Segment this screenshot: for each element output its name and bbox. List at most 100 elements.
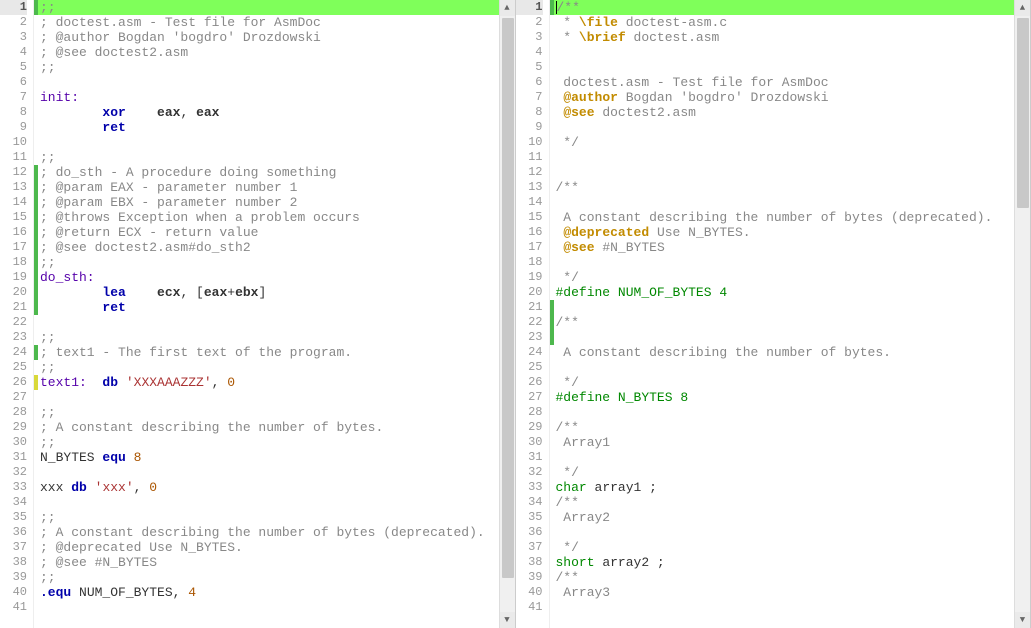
code-line[interactable]: * \file doctest-asm.c: [554, 15, 1015, 30]
code-line[interactable]: ;;: [38, 435, 499, 450]
code-line[interactable]: do_sth:: [38, 270, 499, 285]
code-line[interactable]: A constant describing the number of byte…: [554, 345, 1015, 360]
code-line[interactable]: /**: [554, 420, 1015, 435]
code-line[interactable]: [38, 75, 499, 90]
code-line[interactable]: [554, 195, 1015, 210]
code-line[interactable]: [38, 495, 499, 510]
left-code-area[interactable]: ;;; doctest.asm - Test file for AsmDoc; …: [38, 0, 499, 628]
code-line[interactable]: Array2: [554, 510, 1015, 525]
code-line[interactable]: ;;: [38, 255, 499, 270]
code-line[interactable]: ; doctest.asm - Test file for AsmDoc: [38, 15, 499, 30]
code-token: /**: [556, 420, 579, 435]
scroll-down-icon[interactable]: ▼: [500, 612, 515, 628]
code-line[interactable]: [554, 600, 1015, 615]
code-line[interactable]: [554, 330, 1015, 345]
code-line[interactable]: */: [554, 465, 1015, 480]
code-line[interactable]: ;;: [38, 60, 499, 75]
code-line[interactable]: @author Bogdan 'bogdro' Drozdowski: [554, 90, 1015, 105]
code-line[interactable]: ; @param EAX - parameter number 1: [38, 180, 499, 195]
code-line[interactable]: [554, 45, 1015, 60]
code-line[interactable]: text1: db 'XXXAAAZZZ', 0: [38, 375, 499, 390]
code-line[interactable]: */: [554, 540, 1015, 555]
right-scroll-thumb[interactable]: [1017, 18, 1029, 208]
code-line[interactable]: [554, 300, 1015, 315]
left-scroll-thumb[interactable]: [502, 18, 514, 578]
code-line[interactable]: ; @see doctest2.asm: [38, 45, 499, 60]
code-line[interactable]: */: [554, 135, 1015, 150]
code-line[interactable]: init:: [38, 90, 499, 105]
line-number: 23: [516, 330, 543, 345]
scroll-down-icon[interactable]: ▼: [1015, 612, 1030, 628]
code-line[interactable]: Array1: [554, 435, 1015, 450]
code-line[interactable]: [554, 525, 1015, 540]
right-code-area[interactable]: /** * \file doctest-asm.c * \brief docte…: [554, 0, 1015, 628]
code-line[interactable]: ; A constant describing the number of by…: [38, 525, 499, 540]
code-token: ]: [258, 285, 266, 300]
code-line[interactable]: [554, 255, 1015, 270]
line-number: 2: [516, 15, 543, 30]
code-line[interactable]: [554, 360, 1015, 375]
code-line[interactable]: ;;: [38, 510, 499, 525]
code-line[interactable]: ;;: [38, 0, 499, 15]
code-line[interactable]: ; @author Bogdan 'bogdro' Drozdowski: [38, 30, 499, 45]
code-line[interactable]: */: [554, 270, 1015, 285]
code-line[interactable]: ; do_sth - A procedure doing something: [38, 165, 499, 180]
code-line[interactable]: ; @param EBX - parameter number 2: [38, 195, 499, 210]
code-line[interactable]: */: [554, 375, 1015, 390]
code-line[interactable]: short array2 ;: [554, 555, 1015, 570]
code-token: ; do_sth - A procedure doing something: [40, 165, 336, 180]
code-line[interactable]: A constant describing the number of byte…: [554, 210, 1015, 225]
right-scrollbar[interactable]: ▲ ▼: [1014, 0, 1030, 628]
code-line[interactable]: ; text1 - The first text of the program.: [38, 345, 499, 360]
code-line[interactable]: #define NUM_OF_BYTES 4: [554, 285, 1015, 300]
code-line[interactable]: /**: [554, 495, 1015, 510]
code-line[interactable]: ; @see #N_BYTES: [38, 555, 499, 570]
code-line[interactable]: [554, 405, 1015, 420]
code-line[interactable]: xxx db 'xxx', 0: [38, 480, 499, 495]
code-line[interactable]: @deprecated Use N_BYTES.: [554, 225, 1015, 240]
code-token: \brief: [579, 30, 626, 45]
code-line[interactable]: [38, 135, 499, 150]
code-line[interactable]: @see #N_BYTES: [554, 240, 1015, 255]
code-line[interactable]: [554, 120, 1015, 135]
scroll-up-icon[interactable]: ▲: [1015, 0, 1030, 16]
code-line[interactable]: N_BYTES equ 8: [38, 450, 499, 465]
code-line[interactable]: ;;: [38, 405, 499, 420]
code-line[interactable]: * \brief doctest.asm: [554, 30, 1015, 45]
code-line[interactable]: [38, 390, 499, 405]
code-line[interactable]: [554, 165, 1015, 180]
code-line[interactable]: [38, 465, 499, 480]
code-line[interactable]: .equ NUM_OF_BYTES, 4: [38, 585, 499, 600]
code-line[interactable]: ;;: [38, 570, 499, 585]
code-line[interactable]: ;;: [38, 330, 499, 345]
code-line[interactable]: [554, 60, 1015, 75]
code-line[interactable]: [554, 150, 1015, 165]
code-line[interactable]: lea ecx, [eax+ebx]: [38, 285, 499, 300]
code-line[interactable]: /**: [554, 180, 1015, 195]
code-line[interactable]: /**: [554, 570, 1015, 585]
code-line[interactable]: char array1 ;: [554, 480, 1015, 495]
code-line[interactable]: xor eax, eax: [38, 105, 499, 120]
code-line[interactable]: /**: [554, 0, 1015, 15]
code-line[interactable]: ret: [38, 300, 499, 315]
line-number: 30: [516, 435, 543, 450]
code-line[interactable]: [38, 315, 499, 330]
code-line[interactable]: ;;: [38, 360, 499, 375]
code-line[interactable]: #define N_BYTES 8: [554, 390, 1015, 405]
code-line[interactable]: ret: [38, 120, 499, 135]
code-line[interactable]: ; @see doctest2.asm#do_sth2: [38, 240, 499, 255]
left-scrollbar[interactable]: ▲ ▼: [499, 0, 515, 628]
code-line[interactable]: ; A constant describing the number of by…: [38, 420, 499, 435]
code-token: @see: [563, 240, 594, 255]
code-line[interactable]: ;;: [38, 150, 499, 165]
code-line[interactable]: Array3: [554, 585, 1015, 600]
code-line[interactable]: [38, 600, 499, 615]
code-line[interactable]: ; @throws Exception when a problem occur…: [38, 210, 499, 225]
code-line[interactable]: [554, 450, 1015, 465]
code-line[interactable]: doctest.asm - Test file for AsmDoc: [554, 75, 1015, 90]
scroll-up-icon[interactable]: ▲: [500, 0, 515, 16]
code-line[interactable]: ; @deprecated Use N_BYTES.: [38, 540, 499, 555]
code-line[interactable]: @see doctest2.asm: [554, 105, 1015, 120]
code-line[interactable]: /**: [554, 315, 1015, 330]
code-line[interactable]: ; @return ECX - return value: [38, 225, 499, 240]
